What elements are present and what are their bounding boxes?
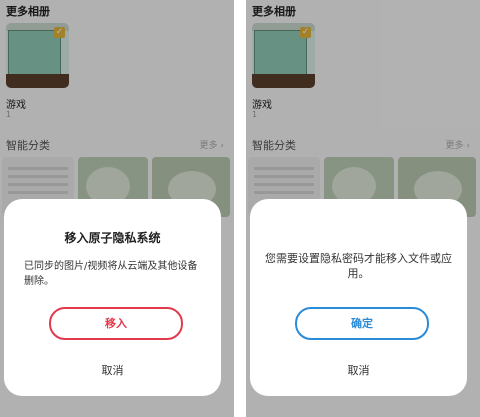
dialog-message: 您需要设置隐私密码才能移入文件或应用。 xyxy=(265,252,452,280)
cancel-button[interactable]: 取消 xyxy=(250,362,467,378)
cancel-button[interactable]: 取消 xyxy=(4,362,221,378)
right-screen: 更多相册 ✓ 游戏 1 智能分类 更多 › 您需要设置隐私密码才能移入文件或应用… xyxy=(246,0,480,417)
left-screen: 更多相册 ✓ 游戏 1 智能分类 更多 › 移入原子隐私系统 已同步的图片/视频… xyxy=(0,0,234,417)
set-password-dialog: 您需要设置隐私密码才能移入文件或应用。 确定 取消 xyxy=(250,199,467,396)
divider xyxy=(234,0,246,417)
move-to-private-dialog: 移入原子隐私系统 已同步的图片/视频将从云端及其他设备删除。 移入 取消 xyxy=(4,199,221,396)
dialog-message: 已同步的图片/视频将从云端及其他设备删除。 xyxy=(24,261,198,287)
screen: 更多相册 ✓ 游戏 1 智能分类 更多 › 移入原子隐私系统 已同步的图片/视频… xyxy=(0,0,480,417)
confirm-button[interactable]: 确定 xyxy=(295,307,429,340)
dialog-title: 移入原子隐私系统 xyxy=(64,231,161,245)
move-in-button[interactable]: 移入 xyxy=(49,307,183,340)
